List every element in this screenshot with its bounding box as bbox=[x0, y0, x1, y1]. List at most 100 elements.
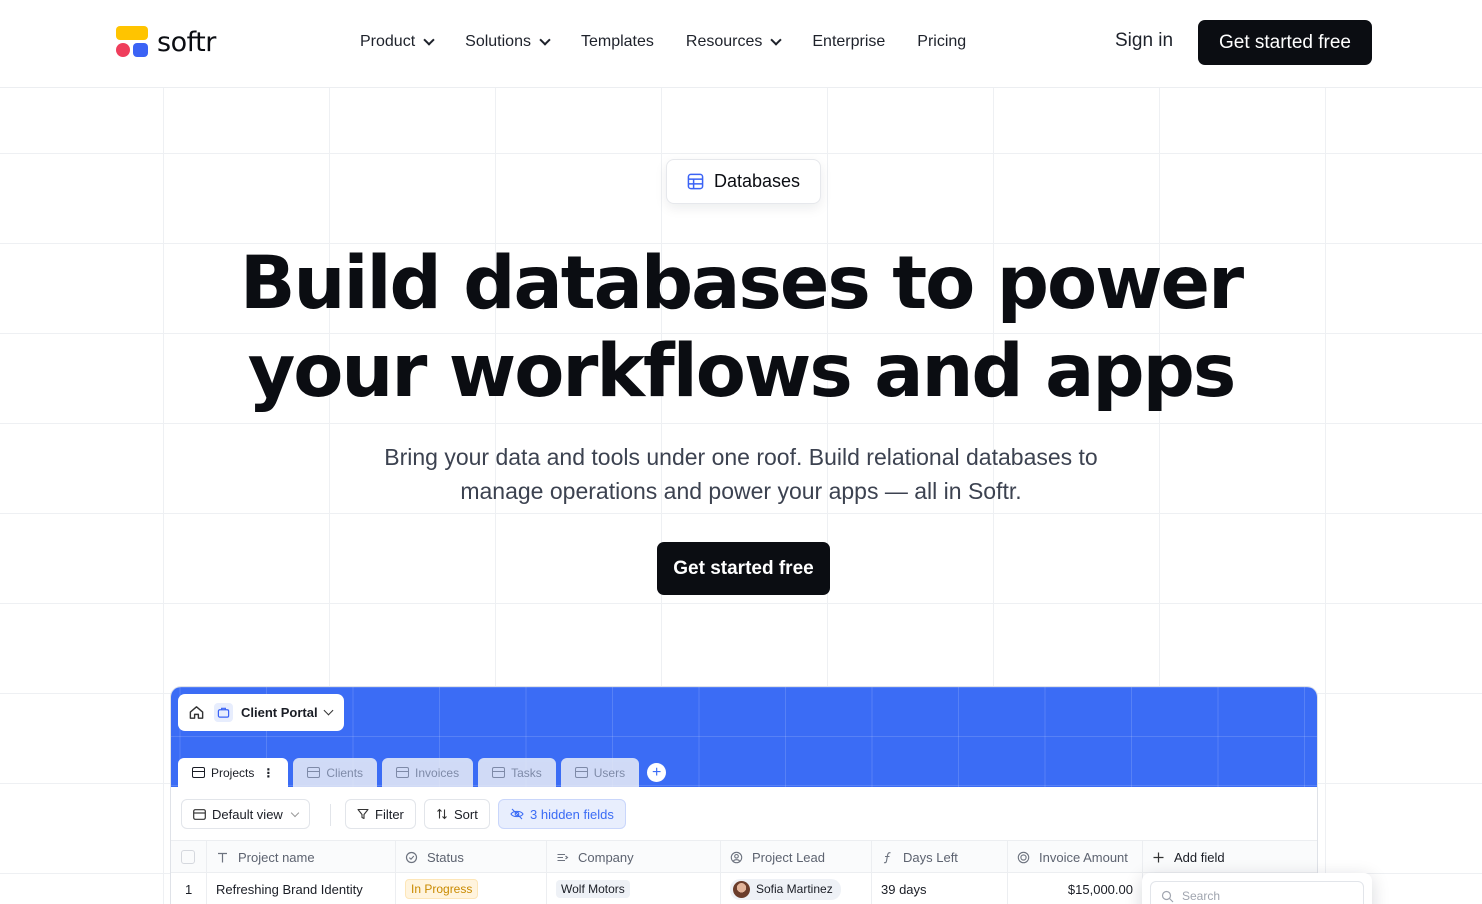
cell-company[interactable]: Wolf Motors bbox=[547, 873, 721, 904]
formula-icon bbox=[883, 851, 891, 863]
nav-label: Templates bbox=[580, 33, 654, 50]
logo-wordmark: softr bbox=[157, 26, 216, 58]
company-chip: Wolf Motors bbox=[556, 880, 630, 898]
databases-badge: Databases bbox=[666, 159, 821, 204]
sign-in-link[interactable]: Sign in bbox=[1115, 30, 1173, 52]
column-label: Invoice Amount bbox=[1039, 849, 1128, 865]
tab-clients[interactable]: Clients bbox=[293, 758, 378, 787]
more-vertical-icon[interactable]: ⋮ bbox=[262, 766, 274, 780]
nav-label: Solutions bbox=[465, 33, 531, 50]
nav-label: Resources bbox=[685, 33, 763, 50]
cell-project-lead[interactable]: Sofia Martinez bbox=[721, 873, 872, 904]
column-label: Project Lead bbox=[752, 849, 825, 865]
table-icon bbox=[307, 767, 321, 778]
add-field-button[interactable]: Add field bbox=[1143, 841, 1317, 873]
sort-button[interactable]: Sort bbox=[424, 799, 490, 829]
site-header: softr Product Solutions Templates Resour… bbox=[0, 0, 1482, 88]
hero-title: Build databases to power your workflows … bbox=[0, 240, 1482, 416]
hero-subtitle: Bring your data and tools under one roof… bbox=[341, 440, 1141, 508]
get-started-button-hero[interactable]: Get started free bbox=[657, 542, 830, 595]
column-header-project-name[interactable]: Project name bbox=[207, 841, 396, 873]
nav-item-solutions[interactable]: Solutions bbox=[465, 33, 551, 51]
tab-projects[interactable]: Projects ⋮ bbox=[178, 758, 289, 787]
table-icon bbox=[396, 767, 410, 778]
home-icon[interactable] bbox=[188, 704, 205, 721]
hero-title-line-2: your workflows and apps bbox=[247, 329, 1237, 414]
select-all-cell bbox=[171, 841, 207, 873]
view-toolbar: Default view Filter Sort 3 hidden fields bbox=[171, 787, 1317, 841]
hero-subtitle-line-2: manage operations and power your apps — … bbox=[460, 478, 1022, 504]
sort-arrows-icon bbox=[437, 808, 447, 820]
column-label: Project name bbox=[238, 849, 315, 865]
tab-tasks[interactable]: Tasks bbox=[478, 758, 556, 787]
nav-label: Enterprise bbox=[812, 33, 886, 50]
toolbar-divider bbox=[330, 804, 331, 826]
chevron-down-icon bbox=[290, 808, 300, 817]
sort-label: Sort bbox=[454, 806, 478, 822]
get-started-button-header[interactable]: Get started free bbox=[1198, 20, 1372, 65]
eye-off-icon bbox=[510, 808, 524, 820]
app-header-bar: Client Portal Projects ⋮ Clients Invoice… bbox=[171, 687, 1317, 787]
user-circle-icon bbox=[730, 851, 743, 863]
cell-status[interactable]: In Progress bbox=[396, 873, 547, 904]
tab-users[interactable]: Users bbox=[560, 758, 640, 787]
column-label: Status bbox=[427, 849, 464, 865]
nav-item-resources[interactable]: Resources bbox=[685, 33, 783, 51]
search-icon bbox=[1161, 890, 1174, 902]
cell-days-left[interactable]: 39 days bbox=[872, 873, 1008, 904]
filter-button[interactable]: Filter bbox=[345, 799, 416, 829]
nav-item-pricing[interactable]: Pricing bbox=[917, 33, 966, 51]
search-popover: Search bbox=[1142, 873, 1372, 904]
column-header-status[interactable]: Status bbox=[396, 841, 547, 873]
hero-subtitle-line-1: Bring your data and tools under one roof… bbox=[384, 444, 1098, 470]
chevron-down-icon bbox=[323, 705, 334, 716]
main-nav: Product Solutions Templates Resources En… bbox=[360, 30, 998, 54]
view-label: Default view bbox=[212, 806, 283, 822]
hero-title-line-1: Build databases to power bbox=[239, 241, 1244, 326]
nav-item-product[interactable]: Product bbox=[360, 33, 435, 51]
cell-project-name[interactable]: Refreshing Brand Identity bbox=[207, 873, 396, 904]
table-icon bbox=[492, 767, 506, 778]
status-badge: In Progress bbox=[405, 879, 479, 899]
column-header-days-left[interactable]: Days Left bbox=[872, 841, 1008, 873]
search-placeholder: Search bbox=[1182, 889, 1221, 903]
workspace-switcher[interactable]: Client Portal bbox=[178, 694, 344, 731]
view-selector-button[interactable]: Default view bbox=[181, 799, 310, 829]
tab-label: Invoices bbox=[415, 765, 460, 780]
lead-name: Sofia Martinez bbox=[756, 882, 833, 896]
tab-label: Tasks bbox=[511, 765, 542, 780]
column-header-company[interactable]: Company bbox=[547, 841, 721, 873]
row-index: 1 bbox=[171, 873, 207, 904]
chevron-down-icon bbox=[539, 33, 551, 46]
table-grid-icon bbox=[687, 173, 704, 190]
hidden-fields-label: 3 hidden fields bbox=[530, 806, 614, 822]
chevron-down-icon bbox=[423, 33, 435, 46]
workspace-name: Client Portal bbox=[241, 705, 318, 720]
project-name-value: Refreshing Brand Identity bbox=[216, 881, 363, 897]
softr-logo[interactable]: softr bbox=[116, 26, 216, 58]
table-tabs: Projects ⋮ Clients Invoices Tasks Users … bbox=[178, 758, 667, 787]
column-label: Company bbox=[578, 849, 634, 865]
select-all-checkbox[interactable] bbox=[181, 850, 195, 864]
nav-item-templates[interactable]: Templates bbox=[581, 33, 654, 51]
tab-label: Users bbox=[593, 765, 626, 780]
search-input[interactable]: Search bbox=[1150, 881, 1364, 904]
nav-label: Product bbox=[360, 33, 416, 50]
column-header-project-lead[interactable]: Project Lead bbox=[721, 841, 872, 873]
nav-item-enterprise[interactable]: Enterprise bbox=[812, 33, 885, 51]
text-type-icon bbox=[218, 852, 227, 862]
tab-label: Clients bbox=[326, 765, 364, 780]
column-header-invoice-amount[interactable]: Invoice Amount bbox=[1008, 841, 1143, 873]
filter-label: Filter bbox=[375, 806, 404, 822]
days-left-value: 39 days bbox=[881, 881, 927, 897]
badge-label: Databases bbox=[713, 171, 801, 191]
cell-invoice-amount[interactable]: $15,000.00 bbox=[1008, 873, 1143, 904]
tab-label: Projects bbox=[211, 765, 255, 780]
table-icon bbox=[574, 767, 588, 778]
table-icon bbox=[193, 808, 206, 820]
table-header-row: Project name Status Company Project Lead… bbox=[171, 841, 1317, 873]
add-table-plus-icon[interactable]: + bbox=[647, 763, 667, 782]
user-chip: Sofia Martinez bbox=[730, 878, 841, 900]
tab-invoices[interactable]: Invoices bbox=[382, 758, 474, 787]
hidden-fields-button[interactable]: 3 hidden fields bbox=[498, 799, 626, 829]
